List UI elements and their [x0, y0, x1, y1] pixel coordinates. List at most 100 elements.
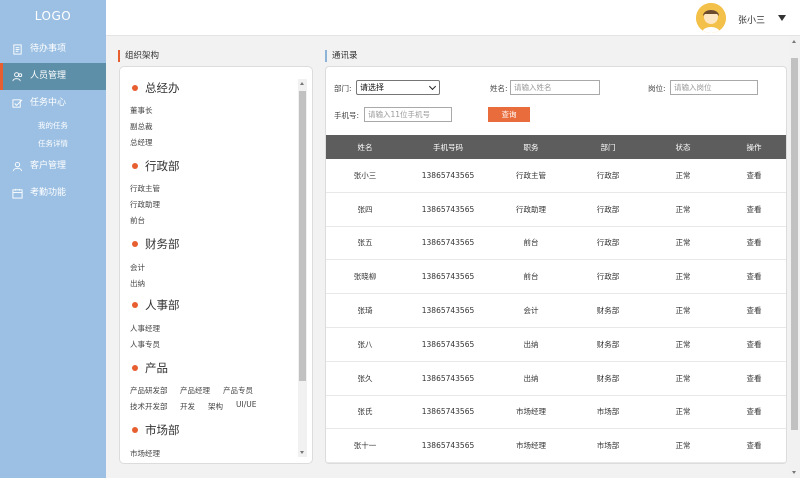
dept-product[interactable]: 产品: [132, 360, 168, 376]
cell-department: 财务部: [596, 339, 620, 349]
role-item[interactable]: 董事长: [130, 105, 153, 116]
view-link[interactable]: 查看: [720, 227, 786, 260]
sidebar-item-task-center[interactable]: 任务中心: [0, 90, 106, 117]
role-item[interactable]: 产品专员: [223, 385, 253, 396]
role-item[interactable]: 前台: [130, 215, 145, 226]
table-row[interactable]: 张八 13865743565 出纳 财务部 正常 查看: [326, 328, 786, 362]
name-input[interactable]: [510, 80, 600, 95]
sidebar-subitem-my-tasks[interactable]: 我的任务: [0, 117, 106, 135]
cell-name: 张晓柳: [353, 272, 377, 282]
chevron-down-icon: [428, 82, 437, 91]
dept-marketing[interactable]: 市场部: [132, 422, 180, 438]
cell-name: 张四: [357, 204, 373, 214]
scroll-thumb[interactable]: [791, 58, 798, 430]
role-item[interactable]: 人事经理: [130, 323, 160, 334]
user-menu-caret-icon[interactable]: [778, 15, 786, 21]
table-row[interactable]: 张晓柳 13865743565 前台 行政部 正常 查看: [326, 260, 786, 295]
post-filter-label: 岗位:: [648, 84, 666, 93]
cell-department: 市场部: [596, 407, 620, 417]
sidebar-subitem-task-detail[interactable]: 任务详情: [0, 135, 106, 153]
cell-department: 市场部: [596, 441, 620, 451]
sidebar-item-attendance[interactable]: 考勤功能: [0, 180, 106, 207]
role-item[interactable]: 技术开发部: [130, 401, 168, 412]
role-item[interactable]: 开发: [180, 401, 195, 412]
dept-select-value: 请选择: [360, 83, 384, 92]
dept-hr[interactable]: 人事部: [132, 297, 180, 313]
cell-name: 张五: [357, 238, 373, 248]
cell-phone: 13865743565: [421, 204, 475, 214]
cell-position: 出纳: [523, 373, 539, 383]
bullet-dot: [132, 85, 138, 91]
sidebar-item-todo[interactable]: 待办事项: [0, 36, 106, 63]
scroll-thumb[interactable]: [299, 91, 306, 381]
role-item[interactable]: 人事专员: [130, 339, 160, 350]
dept-name: 财务部: [145, 237, 180, 251]
sidebar-item-label: 任务中心: [30, 98, 67, 108]
view-link[interactable]: 查看: [720, 193, 786, 226]
dept-select[interactable]: 请选择: [356, 80, 440, 95]
page-scrollbar[interactable]: [789, 36, 800, 478]
table-row[interactable]: 张久 13865743565 出纳 财务部 正常 查看: [326, 362, 786, 396]
cell-phone: 13865743565: [421, 306, 475, 316]
cell-status: 正常: [675, 272, 691, 282]
cell-phone: 13865743565: [421, 238, 475, 248]
scroll-down-icon[interactable]: [300, 451, 304, 454]
bullet-dot: [132, 302, 138, 308]
dept-general-office[interactable]: 总经办: [132, 80, 180, 96]
dept-finance[interactable]: 财务部: [132, 236, 180, 252]
cell-department: 财务部: [596, 306, 620, 316]
header-username[interactable]: 张小三: [738, 13, 765, 26]
query-button[interactable]: 查询: [488, 107, 530, 122]
users-icon: [12, 72, 23, 82]
cell-department: 行政部: [596, 272, 620, 282]
table-row[interactable]: 张小三 13865743565 行政主管 行政部 正常 查看: [326, 159, 786, 193]
role-item[interactable]: UI/UE: [236, 400, 256, 409]
cell-position: 前台: [523, 272, 539, 282]
dept-name: 人事部: [145, 298, 180, 312]
role-item[interactable]: 架构: [208, 401, 223, 412]
top-header: 张小三: [106, 0, 800, 36]
view-link[interactable]: 查看: [720, 362, 786, 395]
org-panel: 总经办 董事长 副总裁 总经理 行政部 行政主管 行政助理 前台 财务部 会计 …: [119, 66, 313, 464]
view-link[interactable]: 查看: [720, 260, 786, 293]
phone-filter-label: 手机号:: [334, 111, 360, 120]
table-row[interactable]: 张四 13865743565 行政助理 行政部 正常 查看: [326, 193, 786, 227]
role-item[interactable]: 副总裁: [130, 121, 153, 132]
table-row[interactable]: 张十一 13865743565 市场经理 市场部 正常 查看: [326, 429, 786, 463]
scroll-up-icon[interactable]: [300, 82, 304, 85]
cell-name: 张氏: [357, 407, 373, 417]
role-item[interactable]: 市场经理: [130, 448, 160, 459]
role-item[interactable]: 出纳: [130, 278, 145, 289]
scroll-down-icon[interactable]: [792, 471, 796, 474]
role-item[interactable]: 产品研发部: [130, 385, 168, 396]
table-header: 姓名 手机号码 职务 部门 状态 操作: [326, 135, 786, 159]
scroll-up-icon[interactable]: [792, 40, 796, 43]
org-scrollbar[interactable]: [298, 79, 307, 457]
cell-name: 张久: [357, 373, 373, 383]
customer-icon: [12, 162, 23, 172]
post-input[interactable]: [670, 80, 758, 95]
phone-input[interactable]: [364, 107, 452, 122]
org-section-title: 组织架构: [118, 50, 159, 62]
view-link[interactable]: 查看: [720, 328, 786, 361]
cell-status: 正常: [675, 407, 691, 417]
role-item[interactable]: 会计: [130, 262, 145, 273]
view-link[interactable]: 查看: [720, 396, 786, 429]
role-item[interactable]: 行政主管: [130, 183, 160, 194]
role-item[interactable]: 总经理: [130, 137, 153, 148]
sidebar-item-personnel[interactable]: 人员管理: [0, 63, 106, 90]
cell-name: 张小三: [353, 170, 377, 180]
table-row[interactable]: 张氏 13865743565 市场经理 市场部 正常 查看: [326, 396, 786, 430]
cell-name: 张十一: [353, 441, 377, 451]
view-link[interactable]: 查看: [720, 294, 786, 327]
table-row[interactable]: 张琦 13865743565 会计 财务部 正常 查看: [326, 294, 786, 328]
role-item[interactable]: 行政助理: [130, 199, 160, 210]
sidebar-item-customers[interactable]: 客户管理: [0, 153, 106, 180]
view-link[interactable]: 查看: [720, 429, 786, 462]
cell-phone: 13865743565: [421, 272, 475, 282]
table-row[interactable]: 张五 13865743565 前台 行政部 正常 查看: [326, 227, 786, 261]
view-link[interactable]: 查看: [720, 159, 786, 192]
role-item[interactable]: 产品经理: [180, 385, 210, 396]
dept-admin[interactable]: 行政部: [132, 158, 180, 174]
user-avatar-icon[interactable]: [696, 3, 726, 33]
